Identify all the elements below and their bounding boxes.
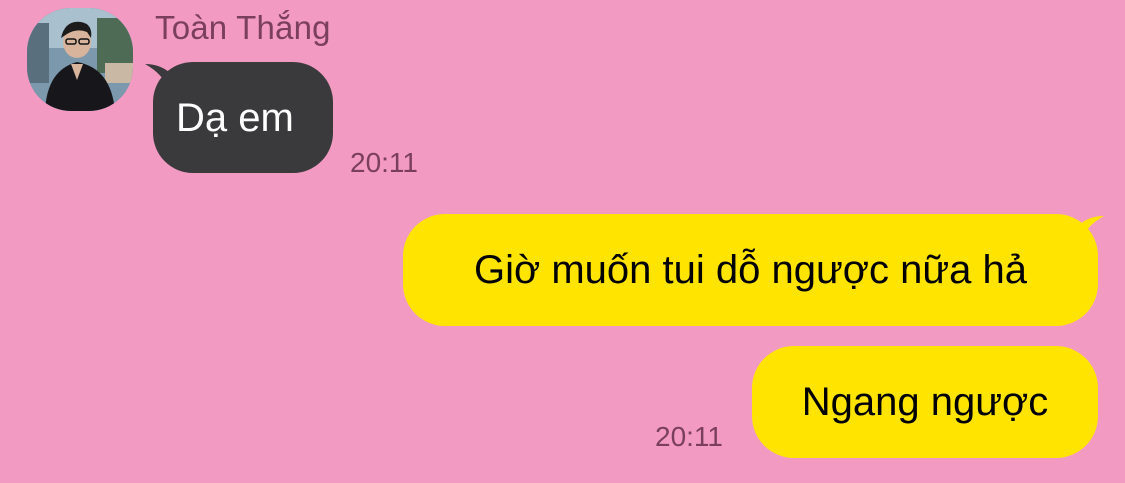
sender-name: Toàn Thắng: [155, 9, 331, 46]
outgoing-message-text: Ngang ngược: [801, 380, 1049, 424]
avatar-photo: [27, 8, 133, 111]
outgoing-message-text: Giờ muốn tui dỗ ngược nữa hả: [474, 248, 1027, 292]
outgoing-message-bubble[interactable]: Ngang ngược: [752, 346, 1098, 458]
incoming-message-bubble[interactable]: Dạ em: [153, 62, 333, 173]
sender-avatar[interactable]: [27, 8, 133, 111]
incoming-message-time: 20:11: [350, 147, 418, 178]
incoming-message-text: Dạ em: [176, 95, 294, 140]
outgoing-message-time: 20:11: [655, 421, 723, 452]
outgoing-message-bubble[interactable]: Giờ muốn tui dỗ ngược nữa hả: [403, 214, 1098, 326]
